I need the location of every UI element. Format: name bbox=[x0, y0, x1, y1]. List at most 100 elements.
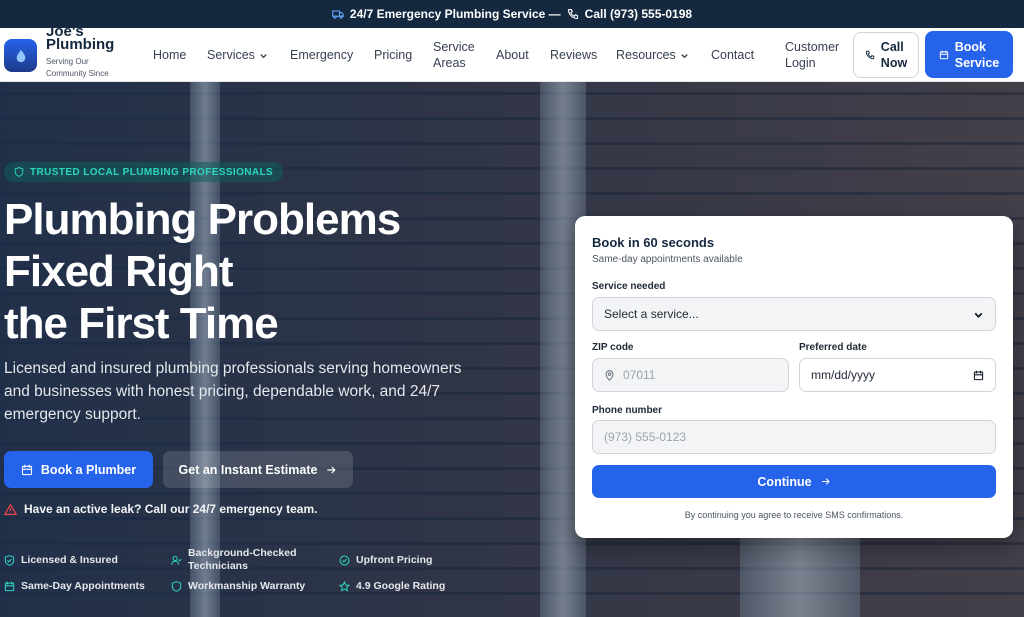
shield-icon bbox=[171, 581, 182, 592]
calendar-icon bbox=[973, 370, 984, 380]
leak-alert-text: Have an active leak? Call our 24/7 emerg… bbox=[24, 502, 318, 516]
water-drop-icon bbox=[16, 49, 25, 62]
chevron-down-icon bbox=[260, 53, 267, 58]
logo[interactable] bbox=[4, 39, 37, 72]
zip-placeholder: 07011 bbox=[623, 368, 656, 382]
service-select[interactable]: Select a service... bbox=[592, 297, 996, 331]
calendar-icon bbox=[939, 50, 948, 59]
phone-icon bbox=[567, 8, 578, 20]
instant-estimate-button[interactable]: Get an Instant Estimate bbox=[163, 451, 353, 488]
topbar-call-link[interactable]: Call (973) 555-0198 bbox=[585, 7, 692, 21]
booking-form-card: Book in 60 seconds Same-day appointments… bbox=[575, 216, 1013, 538]
calendar-icon bbox=[21, 464, 32, 475]
shield-icon bbox=[14, 167, 24, 177]
chevron-down-icon bbox=[681, 53, 688, 58]
sms-consent-note: By continuing you agree to receive SMS c… bbox=[684, 510, 904, 520]
badge-text: TRUSTED LOCAL PLUMBING PROFESSIONALS bbox=[30, 166, 274, 178]
zip-input[interactable]: 07011 bbox=[592, 358, 789, 392]
feature-google-rating: 4.9 Google Rating bbox=[339, 580, 445, 593]
nav-customer-login[interactable]: Customer Login bbox=[785, 39, 839, 71]
nav-service-areas-line2: Areas bbox=[433, 56, 466, 70]
star-icon bbox=[339, 581, 350, 592]
trusted-badge: TRUSTED LOCAL PLUMBING PROFESSIONALS bbox=[4, 162, 284, 182]
book-service-line2: Service bbox=[954, 55, 1000, 70]
book-service-button[interactable]: Book Service bbox=[925, 31, 1013, 78]
emergency-service-text: 24/7 Emergency Plumbing Service — bbox=[349, 7, 561, 21]
leak-alert: Have an active leak? Call our 24/7 emerg… bbox=[4, 502, 317, 516]
phone-label: Phone number bbox=[592, 405, 663, 416]
feature-background-line2: Technicians bbox=[188, 560, 248, 572]
phone-input[interactable]: (973) 555-0123 bbox=[592, 420, 996, 454]
zip-label: ZIP code bbox=[592, 342, 634, 353]
brand-block[interactable]: Joe's Plumbing Serving Our Community Sin… bbox=[46, 28, 136, 82]
hero-section: TRUSTED LOCAL PLUMBING PROFESSIONALS Plu… bbox=[0, 82, 1024, 617]
call-now-button[interactable]: Call Now bbox=[853, 32, 919, 78]
nav-home[interactable]: Home bbox=[153, 47, 186, 63]
service-select-value: Select a service... bbox=[604, 307, 699, 321]
form-subtitle: Same-day appointments available bbox=[592, 254, 743, 265]
arrow-right-icon bbox=[327, 466, 337, 473]
shield-check-icon bbox=[4, 555, 15, 566]
nav-services[interactable]: Services bbox=[207, 47, 268, 63]
nav-reviews[interactable]: Reviews bbox=[550, 47, 597, 63]
calendar-icon bbox=[4, 581, 15, 592]
form-title: Book in 60 seconds bbox=[592, 235, 715, 250]
feature-licensed: Licensed & Insured bbox=[4, 554, 118, 567]
nav-about[interactable]: About bbox=[496, 47, 529, 63]
continue-label: Continue bbox=[757, 474, 812, 489]
hero-subtext: Licensed and insured plumbing profession… bbox=[4, 360, 462, 423]
top-announcement-bar: 24/7 Emergency Plumbing Service — Call (… bbox=[0, 0, 1024, 28]
chevron-down-icon bbox=[974, 312, 983, 318]
hero-headline: Plumbing Problems Fixed Right the First … bbox=[4, 194, 524, 350]
feature-warranty-text: Workmanship Warranty bbox=[188, 580, 306, 592]
date-value: mm/dd/yyyy bbox=[811, 368, 876, 382]
nav-service-areas[interactable]: Service Areas bbox=[433, 39, 475, 71]
feature-same-day-text: Same-Day Appointments bbox=[21, 580, 145, 592]
feature-background-checked-label: Background-Checked Technicians bbox=[188, 547, 297, 573]
feature-google-rating-text: 4.9 Google Rating bbox=[356, 580, 446, 592]
nav-login-line2: Login bbox=[785, 56, 816, 70]
nav-emergency[interactable]: Emergency bbox=[290, 47, 353, 63]
headline-line3: the First Time bbox=[4, 299, 279, 348]
headline-line1: Plumbing Problems bbox=[4, 195, 401, 244]
feature-same-day: Same-Day Appointments bbox=[4, 580, 145, 593]
arrow-right-icon bbox=[821, 478, 830, 485]
book-a-plumber-button[interactable]: Book a Plumber bbox=[4, 451, 153, 488]
book-service-line1: Book bbox=[954, 39, 986, 54]
continue-button[interactable]: Continue bbox=[592, 465, 996, 498]
warning-icon bbox=[4, 502, 17, 515]
book-a-plumber-label: Book a Plumber bbox=[40, 462, 137, 477]
nav-services-label: Services bbox=[207, 48, 255, 62]
feature-warranty: Workmanship Warranty bbox=[171, 580, 305, 593]
call-now-line1: Call bbox=[880, 40, 904, 54]
feature-licensed-text: Licensed & Insured bbox=[21, 554, 118, 566]
user-check-icon bbox=[171, 555, 182, 565]
service-label: Service needed bbox=[592, 281, 666, 292]
truck-icon bbox=[332, 10, 344, 19]
nav-resources[interactable]: Resources bbox=[616, 47, 689, 63]
date-label: Preferred date bbox=[799, 342, 867, 353]
phone-placeholder: (973) 555-0123 bbox=[604, 430, 687, 444]
feature-upfront-text: Upfront Pricing bbox=[356, 554, 433, 566]
nav-resources-label: Resources bbox=[616, 48, 676, 62]
feature-background-checked: Background-Checked Technicians bbox=[171, 547, 297, 573]
brand-name-line2: Plumbing bbox=[46, 36, 115, 53]
instant-estimate-label: Get an Instant Estimate bbox=[178, 462, 318, 477]
brand-tagline-line1: Serving Our bbox=[46, 57, 89, 66]
phone-icon bbox=[865, 50, 875, 60]
brand-tagline-line2: Community Since bbox=[46, 69, 109, 78]
date-input[interactable]: mm/dd/yyyy bbox=[799, 358, 996, 392]
feature-background-line1: Background-Checked bbox=[188, 547, 297, 559]
nav-service-areas-line1: Service bbox=[433, 40, 475, 54]
main-navigation: Joe's Plumbing Serving Our Community Sin… bbox=[0, 28, 1024, 82]
call-now-label: Call Now bbox=[881, 39, 907, 71]
nav-login-line1: Customer bbox=[785, 40, 840, 54]
call-now-line2: Now bbox=[880, 56, 908, 70]
book-service-label: Book Service bbox=[955, 39, 999, 71]
nav-contact[interactable]: Contact bbox=[711, 47, 754, 63]
check-circle-icon bbox=[339, 555, 350, 566]
map-pin-icon bbox=[605, 369, 614, 381]
feature-upfront-pricing: Upfront Pricing bbox=[339, 554, 432, 567]
headline-line2: Fixed Right bbox=[4, 247, 234, 296]
nav-pricing[interactable]: Pricing bbox=[374, 47, 412, 63]
